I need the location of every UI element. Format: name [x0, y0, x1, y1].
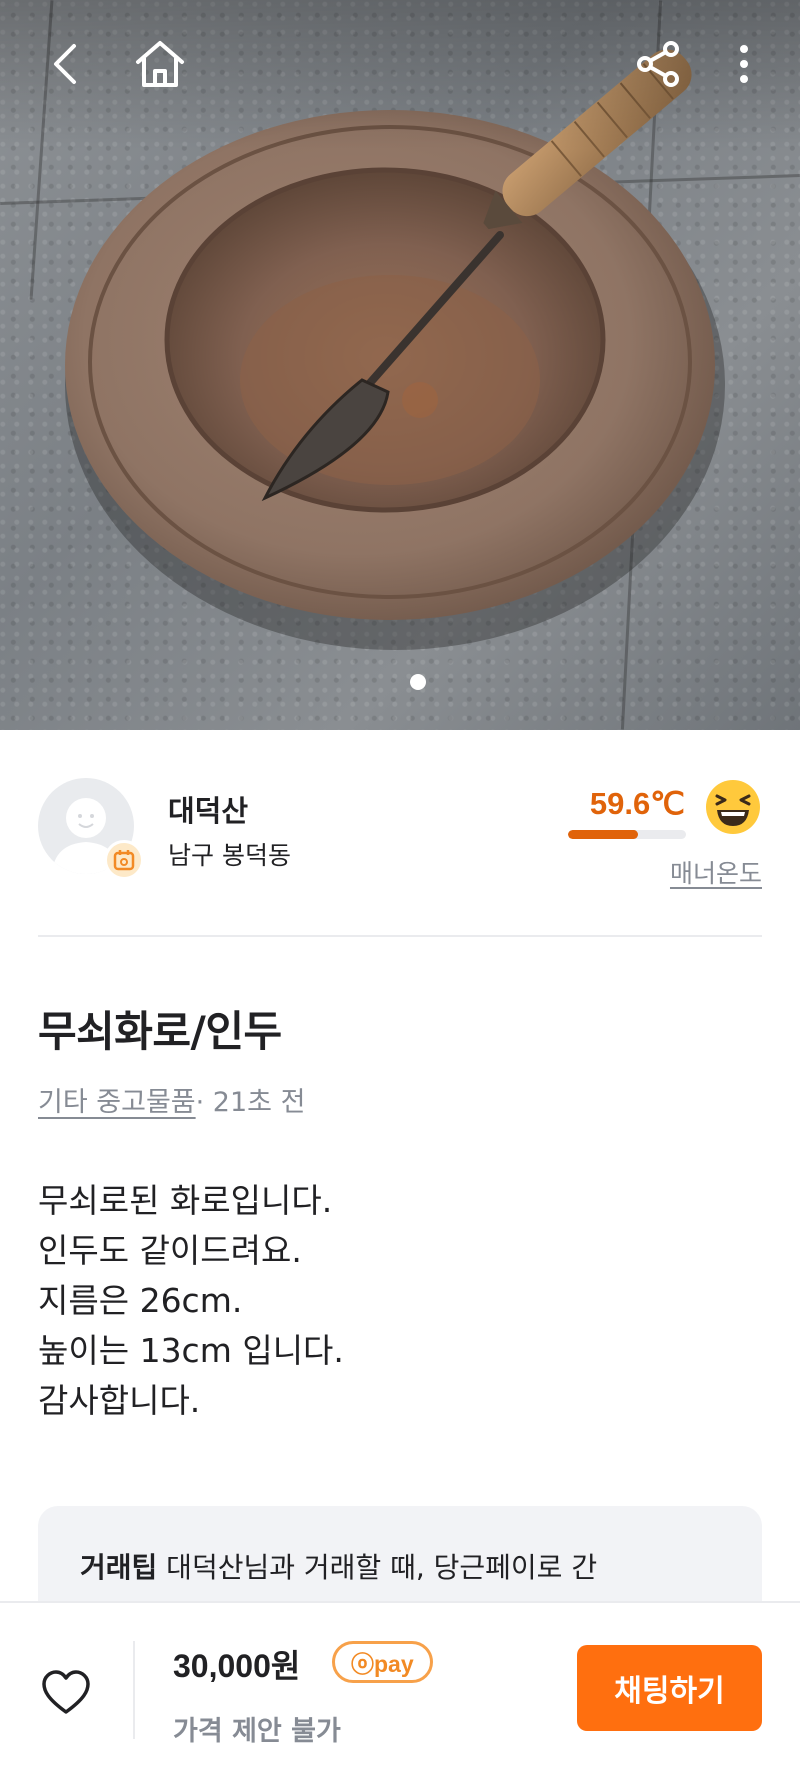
back-button[interactable] — [38, 36, 94, 92]
back-icon — [54, 44, 76, 84]
home-button[interactable] — [132, 36, 188, 92]
item-description: 무쇠로된 화로입니다. 인두도 같이드려요. 지름은 26cm. 높이는 13c… — [38, 1176, 344, 1426]
description-line: 인두도 같이드려요. — [38, 1231, 302, 1270]
price: 30,000원 — [173, 1648, 301, 1684]
chat-button[interactable]: 채팅하기 — [577, 1645, 762, 1731]
bottom-action-bar: 30,000원 ⓞpay 가격 제안 불가 채팅하기 — [0, 1601, 800, 1773]
laughing-emoji-icon — [706, 780, 760, 834]
temperature-bar-fill — [568, 830, 639, 839]
negotiation-status: 가격 제안 불가 — [173, 1716, 341, 1747]
photo-page-indicator — [410, 674, 426, 690]
calendar-badge — [104, 840, 144, 880]
product-photo[interactable] — [0, 0, 800, 730]
trade-tip-label: 거래팁 — [80, 1551, 158, 1584]
manner-temperature-link[interactable]: 매너온도 — [670, 854, 762, 890]
divider — [133, 1641, 135, 1739]
share-icon — [637, 41, 679, 87]
pay-badge: ⓞpay — [332, 1641, 433, 1683]
category-link[interactable]: 기타 중고물품 — [38, 1087, 196, 1118]
time-ago: · 21초 전 — [195, 1087, 306, 1118]
description-line: 높이는 13cm 입니다. — [38, 1331, 344, 1370]
calendar-badge-icon — [113, 850, 135, 871]
home-icon — [136, 41, 184, 87]
divider — [38, 935, 762, 937]
heart-icon[interactable] — [38, 1665, 94, 1721]
seller-profile[interactable]: 대덕산 남구 봉덕동 59.6℃ 매너온도 — [38, 778, 762, 888]
description-line: 감사합니다. — [38, 1381, 201, 1420]
description-line: 지름은 26cm. — [38, 1281, 243, 1320]
more-icon — [740, 45, 748, 83]
temperature-bar — [568, 830, 686, 839]
manner-temperature: 59.6℃ — [589, 786, 685, 821]
more-button[interactable] — [724, 36, 764, 92]
trade-tip-text: 대덕산님과 거래할 때, 당근페이로 간 — [157, 1551, 598, 1584]
description-line: 무쇠로된 화로입니다. — [38, 1181, 333, 1220]
item-title: 무쇠화로/인두 — [38, 1007, 282, 1056]
seller-name: 대덕산 — [168, 794, 249, 828]
seller-location: 남구 봉덕동 — [168, 841, 291, 870]
share-button[interactable] — [630, 36, 686, 92]
item-meta: 기타 중고물품· 21초 전 — [38, 1080, 305, 1119]
